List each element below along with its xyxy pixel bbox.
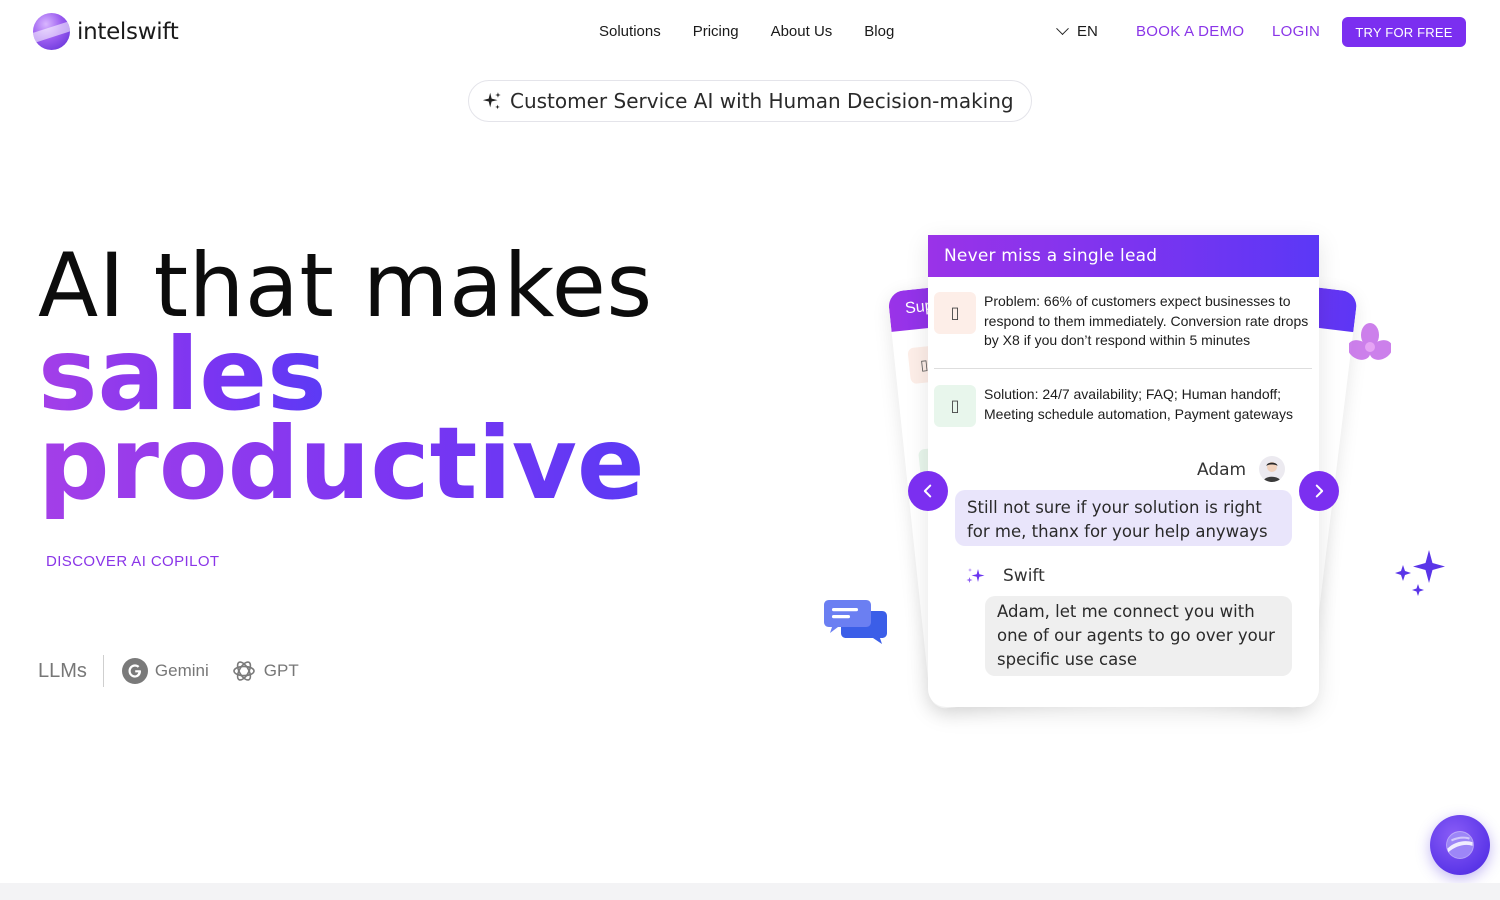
chevron-left-icon <box>923 484 932 498</box>
nav-item-blog[interactable]: Blog <box>864 23 894 40</box>
carousel-prev-button[interactable] <box>908 471 948 511</box>
language-label: EN <box>1077 23 1098 40</box>
footer-strip <box>0 883 1500 900</box>
problem-text: Problem: 66% of customers expect busines… <box>984 293 1309 348</box>
solution-text: Solution: 24/7 availability; FAQ; Human … <box>984 386 1293 422</box>
sparkle-icon <box>482 92 501 110</box>
bot-name: Swift <box>1003 566 1045 586</box>
login-link[interactable]: LOGIN <box>1272 23 1320 40</box>
problem-row: ▯ Problem: 66% of customers expect busin… <box>934 292 1312 351</box>
chevron-down-icon <box>1056 22 1069 36</box>
chat-widget-button[interactable] <box>1430 815 1490 875</box>
chat-bubbles-icon <box>824 600 887 644</box>
card-divider <box>934 368 1312 369</box>
nav-item-pricing[interactable]: Pricing <box>693 23 739 40</box>
chevron-right-icon <box>1315 484 1324 498</box>
nav-item-about-us[interactable]: About Us <box>771 23 833 40</box>
sparkles-icon <box>1395 550 1445 596</box>
tagline-pill: Customer Service AI with Human Decision-… <box>468 80 1032 122</box>
nav-item-solutions[interactable]: Solutions <box>599 23 661 40</box>
book-demo-link[interactable]: BOOK A DEMO <box>1136 23 1244 40</box>
avatar-icon <box>1263 462 1281 482</box>
tagline-text: Customer Service AI with Human Decision-… <box>510 89 1014 113</box>
main-nav: Solutions Pricing About Us Blog <box>599 23 894 40</box>
brand-name: intelswift <box>77 18 179 45</box>
chat-card-title: Never miss a single lead <box>928 235 1319 277</box>
discover-ai-copilot-link[interactable]: DISCOVER AI COPILOT <box>46 553 219 570</box>
llm-item-gemini: Gemini <box>121 658 209 684</box>
solution-row: ▯ Solution: 24/7 availability; FAQ; Huma… <box>934 385 1312 427</box>
brand-logo[interactable]: intelswift <box>33 13 179 50</box>
user-message-bubble: Still not sure if your solution is right… <box>955 490 1292 546</box>
llm-item-gpt: GPT <box>231 658 299 684</box>
swift-sparkle-icon <box>966 568 985 583</box>
user-name: Adam <box>1197 460 1247 480</box>
carousel-next-button[interactable] <box>1299 471 1339 511</box>
flower-icon <box>1349 323 1391 360</box>
logo-mark-icon <box>33 13 70 50</box>
llms-label: LLMs <box>38 659 87 682</box>
llm-name-gemini: Gemini <box>154 661 209 680</box>
chat-card: Never miss a single lead ▯ Problem: 66% … <box>928 235 1319 707</box>
openai-icon <box>232 661 255 681</box>
llm-name-gpt: GPT <box>263 661 299 680</box>
bot-message-bubble: Adam, let me connect you with one of our… <box>985 596 1292 676</box>
llms-row: LLMs Gemini GPT <box>38 655 321 687</box>
gemini-icon <box>121 658 148 684</box>
hero-line-3: productive <box>38 405 645 522</box>
llms-divider <box>102 655 104 687</box>
problem-icon: ▯ <box>934 292 976 334</box>
language-selector[interactable]: EN <box>1056 22 1098 40</box>
chat-widget-icon <box>1446 831 1474 859</box>
user-avatar <box>1259 456 1285 482</box>
try-for-free-button[interactable]: TRY FOR FREE <box>1342 17 1466 47</box>
solution-icon: ▯ <box>934 385 976 427</box>
site-header: intelswift Solutions Pricing About Us Bl… <box>0 0 1500 64</box>
